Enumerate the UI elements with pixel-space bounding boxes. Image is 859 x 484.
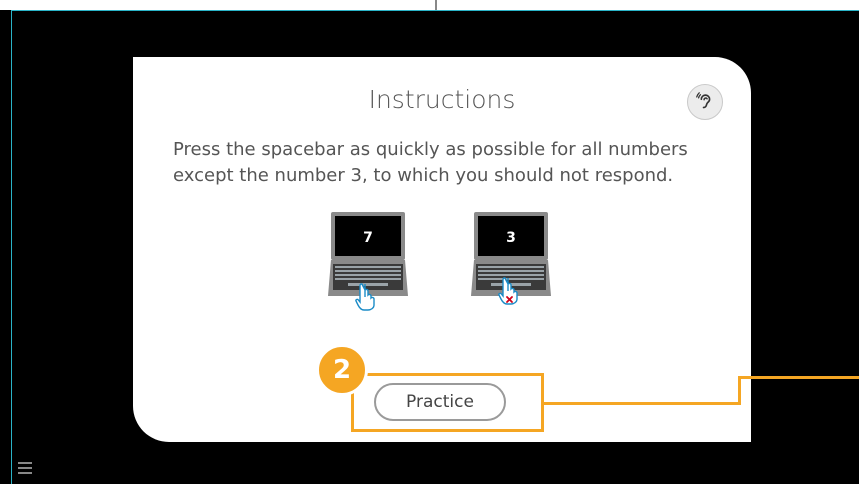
hamburger-menu-icon[interactable] [18,462,32,474]
left-edge [0,10,12,484]
ear-icon[interactable] [687,84,723,120]
callout-connector-upper [738,376,859,379]
laptop-example-no-respond: 3 [471,212,551,322]
practice-highlight-box [351,373,544,432]
instructions-title: Instructions [368,85,516,114]
laptop-example-respond: 7 [328,212,408,322]
instructions-body: Press the spacebar as quickly as possibl… [173,139,688,186]
callout-connector-vertical [738,376,741,405]
callout-connector [544,402,741,405]
screen-number: 3 [506,230,516,246]
top-strip [0,0,859,11]
screen-number: 7 [363,230,373,246]
step-number-badge: 2 [316,344,368,396]
top-divider-tick [435,0,437,10]
ear-icon-glyph [696,92,711,109]
